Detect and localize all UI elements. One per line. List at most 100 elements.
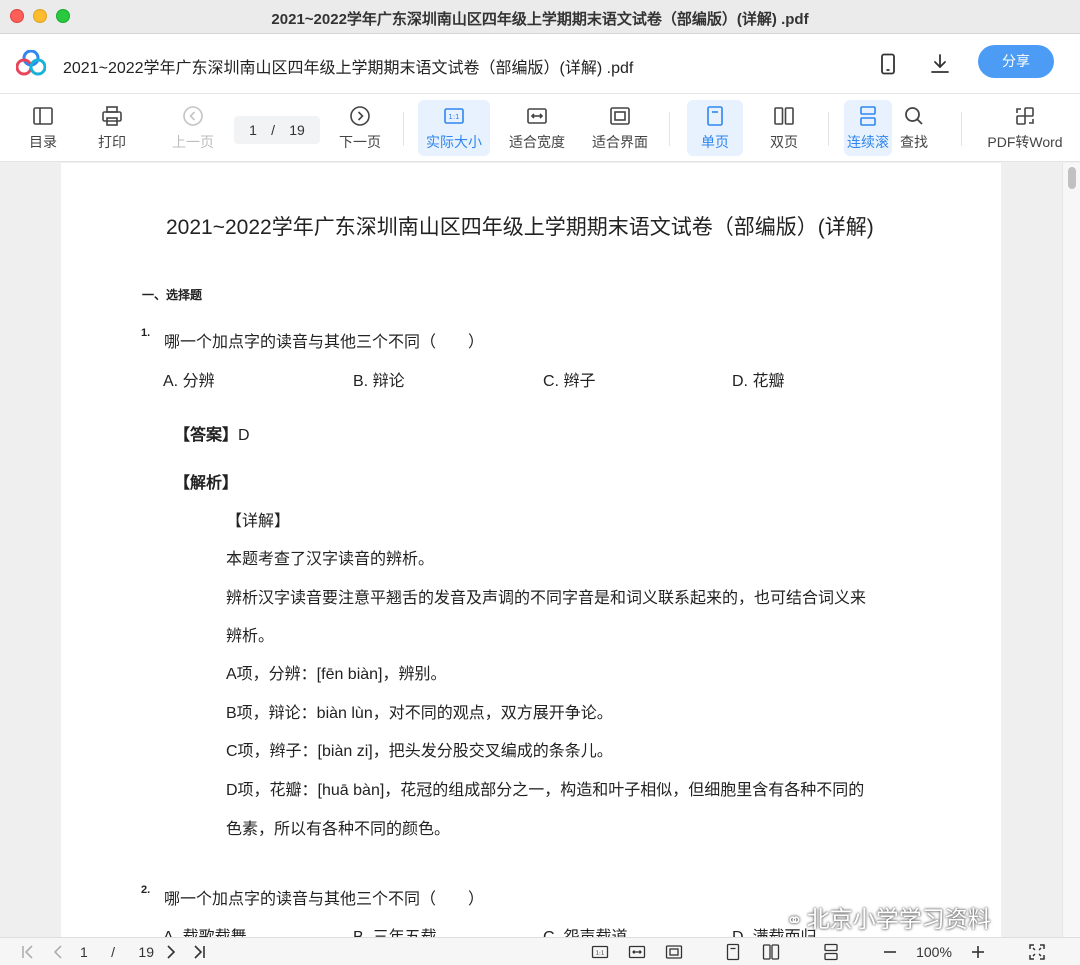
page-current: 1	[249, 122, 257, 138]
fit-width-label: 适合宽度	[509, 134, 565, 150]
fit-page-button[interactable]: 适合界面	[588, 100, 652, 156]
window-titlebar: 2021~2022学年广东深圳南山区四年级上学期期末语文试卷（部编版）(详解) …	[0, 0, 1080, 34]
app-header: 2021~2022学年广东深圳南山区四年级上学期期末语文试卷（部编版）(详解) …	[0, 34, 1080, 94]
status-fit-width-button[interactable]	[626, 942, 648, 962]
pdf-page: 2021~2022学年广东深圳南山区四年级上学期期末语文试卷（部编版）(详解) …	[61, 163, 1001, 937]
wechat-icon: ⚭	[786, 910, 803, 932]
first-page-button[interactable]	[18, 942, 38, 962]
print-button[interactable]: 打印	[88, 100, 136, 156]
zoom-out-button[interactable]	[880, 942, 900, 962]
toolbar-divider	[403, 112, 404, 146]
analysis-line: A项，分辨：[fēn biàn]，辨别。	[226, 666, 447, 683]
toolbar-divider	[828, 112, 829, 146]
next-page-label: 下一页	[339, 134, 381, 150]
fit-page-label: 适合界面	[592, 134, 648, 150]
zoom-level[interactable]: 100%	[908, 942, 960, 962]
status-page-indicator[interactable]: 1 / 19	[80, 942, 154, 962]
double-page-icon	[774, 107, 794, 125]
pdf-to-word-label: PDF转Word	[987, 134, 1063, 150]
continuous-scroll-label: 连续滚	[847, 134, 889, 150]
status-double-page-button[interactable]	[759, 942, 783, 962]
option-d: D. 花瓣	[732, 373, 785, 390]
analysis-line: 色素，所以有各种不同的颜色。	[226, 821, 451, 838]
prev-page-small-button[interactable]	[48, 942, 68, 962]
watermark: ⚭ 北京小学学习资料	[786, 900, 991, 934]
continuous-scroll-button[interactable]: 连续滚	[844, 100, 892, 156]
next-page-button[interactable]: 下一页	[334, 100, 386, 156]
answer-label: 【答案】	[174, 427, 239, 444]
double-page-icon	[762, 944, 780, 960]
actual-size-button[interactable]: 1:1 实际大小	[418, 100, 490, 156]
status-fit-page-button[interactable]	[663, 942, 685, 962]
option-b: B. 三年五载	[353, 923, 437, 937]
last-page-button[interactable]	[189, 942, 209, 962]
status-bar: 1 / 19 1:1 100%	[0, 937, 1080, 965]
toolbar-divider	[961, 112, 962, 146]
single-page-button[interactable]: 单页	[687, 100, 743, 156]
next-page-small-button[interactable]	[161, 942, 181, 962]
last-page-icon	[194, 945, 205, 959]
page-number-input[interactable]: 1 / 19	[234, 116, 320, 144]
chevron-right-icon	[167, 945, 176, 959]
document-viewer[interactable]: 2021~2022学年广东深圳南山区四年级上学期期末语文试卷（部编版）(详解) …	[0, 163, 1080, 937]
zoom-in-button[interactable]	[968, 942, 988, 962]
analysis-line: 辨析。	[226, 628, 275, 645]
find-label: 查找	[900, 134, 928, 150]
actual-size-label: 实际大小	[426, 134, 482, 150]
answer-row: 【答案】D	[174, 421, 250, 445]
analysis-line: 本题考查了汉字读音的辨析。	[226, 551, 435, 568]
logo-icon	[16, 50, 46, 76]
toolbar: 目录 打印 上一页 1 / 19 下一页 1:1 实际大小 适合宽度 适合界面 …	[0, 94, 1080, 162]
plus-icon	[972, 946, 984, 958]
analysis-line: 辨析汉字读音要注意平翘舌的发音及声调的不同字音是和词义联系起来的，也可结合词义来	[226, 590, 867, 607]
analysis-line: B项，辩论：biàn lùn，对不同的观点，双方展开争论。	[226, 705, 613, 722]
prev-page-button[interactable]: 上一页	[166, 100, 220, 156]
question-number: 2.	[141, 884, 151, 896]
svg-text:1:1: 1:1	[448, 113, 459, 121]
chevron-left-circle-icon	[183, 106, 203, 126]
fullscreen-icon	[1029, 944, 1045, 960]
actual-size-icon: 1:1	[591, 945, 609, 959]
svg-text:1:1: 1:1	[596, 951, 605, 957]
download-icon[interactable]	[928, 52, 952, 76]
toc-button[interactable]: 目录	[18, 100, 68, 156]
page-total: 19	[289, 122, 305, 138]
vertical-scrollbar[interactable]	[1062, 163, 1080, 937]
toc-label: 目录	[29, 134, 57, 150]
chevron-right-circle-icon	[350, 106, 370, 126]
page-separator: /	[271, 122, 276, 138]
status-single-page-button[interactable]	[722, 942, 744, 962]
option-b: B. 辩论	[353, 373, 405, 390]
answer-value: D	[238, 427, 250, 444]
search-icon	[905, 107, 923, 125]
single-page-icon	[726, 943, 740, 961]
toolbar-divider	[669, 112, 670, 146]
share-button[interactable]: 分享	[978, 45, 1054, 78]
actual-size-icon: 1:1	[444, 108, 464, 124]
fullscreen-button[interactable]	[1026, 942, 1048, 962]
continuous-scroll-icon	[824, 943, 838, 961]
prev-page-label: 上一页	[172, 134, 214, 150]
minus-icon	[884, 951, 896, 953]
chevron-left-icon	[53, 945, 62, 959]
phone-icon[interactable]	[876, 52, 900, 76]
document-title: 2021~2022学年广东深圳南山区四年级上学期期末语文试卷（部编版）(详解) …	[63, 60, 634, 77]
scrollbar-thumb[interactable]	[1068, 167, 1076, 189]
find-button[interactable]: 查找	[892, 100, 936, 156]
option-c: C. 辫子	[543, 373, 596, 390]
single-page-label: 单页	[701, 134, 729, 150]
fit-width-button[interactable]: 适合宽度	[504, 100, 570, 156]
status-continuous-button[interactable]	[820, 942, 842, 962]
pdf-to-word-button[interactable]: PDF转Word	[984, 100, 1066, 156]
watermark-text: 北京小学学习资料	[806, 906, 991, 932]
first-page-icon	[22, 945, 33, 959]
question-text: 哪一个加点字的读音与其他三个不同（ ）	[164, 891, 485, 908]
double-page-label: 双页	[770, 134, 798, 150]
status-actual-size-button[interactable]: 1:1	[589, 942, 611, 962]
analysis-line: D项，花瓣：[huā bàn]，花冠的组成部分之一，构造和叶子相似，但细胞里含有…	[226, 782, 865, 799]
analysis-line: C项，辫子：[biàn zi]，把头发分股交叉编成的条条儿。	[226, 743, 613, 760]
status-page-separator: /	[111, 944, 116, 960]
fit-width-icon	[527, 108, 547, 124]
option-a: A. 载歌载舞	[163, 923, 247, 937]
double-page-button[interactable]: 双页	[758, 100, 810, 156]
